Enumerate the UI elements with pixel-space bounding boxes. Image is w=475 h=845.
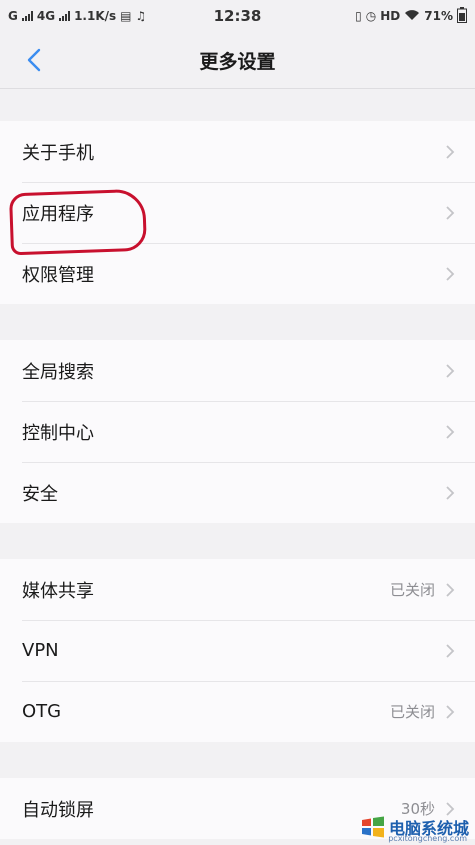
carrier-label: G bbox=[8, 9, 18, 23]
vibrate-icon: ▯ bbox=[355, 9, 362, 23]
chevron-right-icon bbox=[446, 205, 455, 220]
battery-icon bbox=[457, 6, 467, 26]
row-label: 自动锁屏 bbox=[22, 799, 94, 821]
settings-row-about-phone[interactable]: 关于手机 bbox=[0, 121, 475, 182]
settings-row-control-center[interactable]: 控制中心 bbox=[0, 401, 475, 462]
red-highlight-annotation bbox=[8, 188, 148, 256]
status-left: G 4G 1.1K/s ▤ ♫ bbox=[8, 9, 146, 23]
chevron-left-icon bbox=[27, 48, 41, 72]
chevron-right-icon bbox=[446, 266, 455, 281]
settings-group-2: 全局搜索 控制中心 安全 bbox=[0, 340, 475, 523]
row-label: 安全 bbox=[22, 483, 58, 505]
settings-row-global-search[interactable]: 全局搜索 bbox=[0, 340, 475, 401]
chevron-right-icon bbox=[446, 144, 455, 159]
music-icon: ♫ bbox=[135, 9, 147, 23]
windows-logo-icon bbox=[361, 816, 384, 838]
network-label: 4G bbox=[36, 9, 56, 23]
signal-icon bbox=[21, 11, 33, 21]
chevron-right-icon bbox=[446, 424, 455, 439]
watermark-url: pcxitongcheng.com bbox=[388, 834, 467, 843]
nav-bar: 更多设置 bbox=[0, 32, 475, 89]
row-label: 媒体共享 bbox=[22, 580, 94, 602]
row-label: 全局搜索 bbox=[22, 361, 94, 383]
notification-icon: ▤ bbox=[120, 9, 132, 23]
network-speed: 1.1K/s bbox=[74, 9, 117, 23]
battery-percent: 71% bbox=[424, 9, 453, 23]
settings-row-otg[interactable]: OTG 已关闭 bbox=[0, 681, 475, 742]
wifi-icon bbox=[404, 9, 420, 24]
row-label: 权限管理 bbox=[22, 264, 94, 286]
row-label: 控制中心 bbox=[22, 422, 94, 444]
status-bar: G 4G 1.1K/s ▤ ♫ 12:38 ▯ ◷ HD 71% bbox=[0, 0, 475, 32]
chevron-right-icon bbox=[446, 643, 455, 658]
row-label: 关于手机 bbox=[22, 142, 94, 164]
settings-row-media-sharing[interactable]: 媒体共享 已关闭 bbox=[0, 559, 475, 620]
settings-group-3: 媒体共享 已关闭 VPN OTG 已关闭 bbox=[0, 559, 475, 742]
settings-row-security[interactable]: 安全 bbox=[0, 462, 475, 523]
signal-icon-2 bbox=[59, 11, 71, 21]
chevron-right-icon bbox=[446, 363, 455, 378]
watermark: 电脑系统城 pcxitongcheng.com bbox=[361, 815, 469, 843]
chevron-right-icon bbox=[446, 582, 455, 597]
row-value: 已关闭 bbox=[389, 703, 435, 721]
settings-row-vpn[interactable]: VPN bbox=[0, 620, 475, 681]
hd-label: HD bbox=[380, 9, 401, 23]
chevron-right-icon bbox=[446, 485, 455, 500]
row-label: VPN bbox=[22, 640, 59, 661]
row-value: 已关闭 bbox=[389, 581, 435, 599]
back-button[interactable] bbox=[18, 44, 50, 76]
page-title: 更多设置 bbox=[199, 50, 276, 73]
row-label: OTG bbox=[22, 701, 62, 722]
alarm-icon: ◷ bbox=[365, 9, 377, 23]
chevron-right-icon bbox=[446, 704, 455, 719]
status-right: ▯ ◷ HD 71% bbox=[355, 6, 467, 26]
